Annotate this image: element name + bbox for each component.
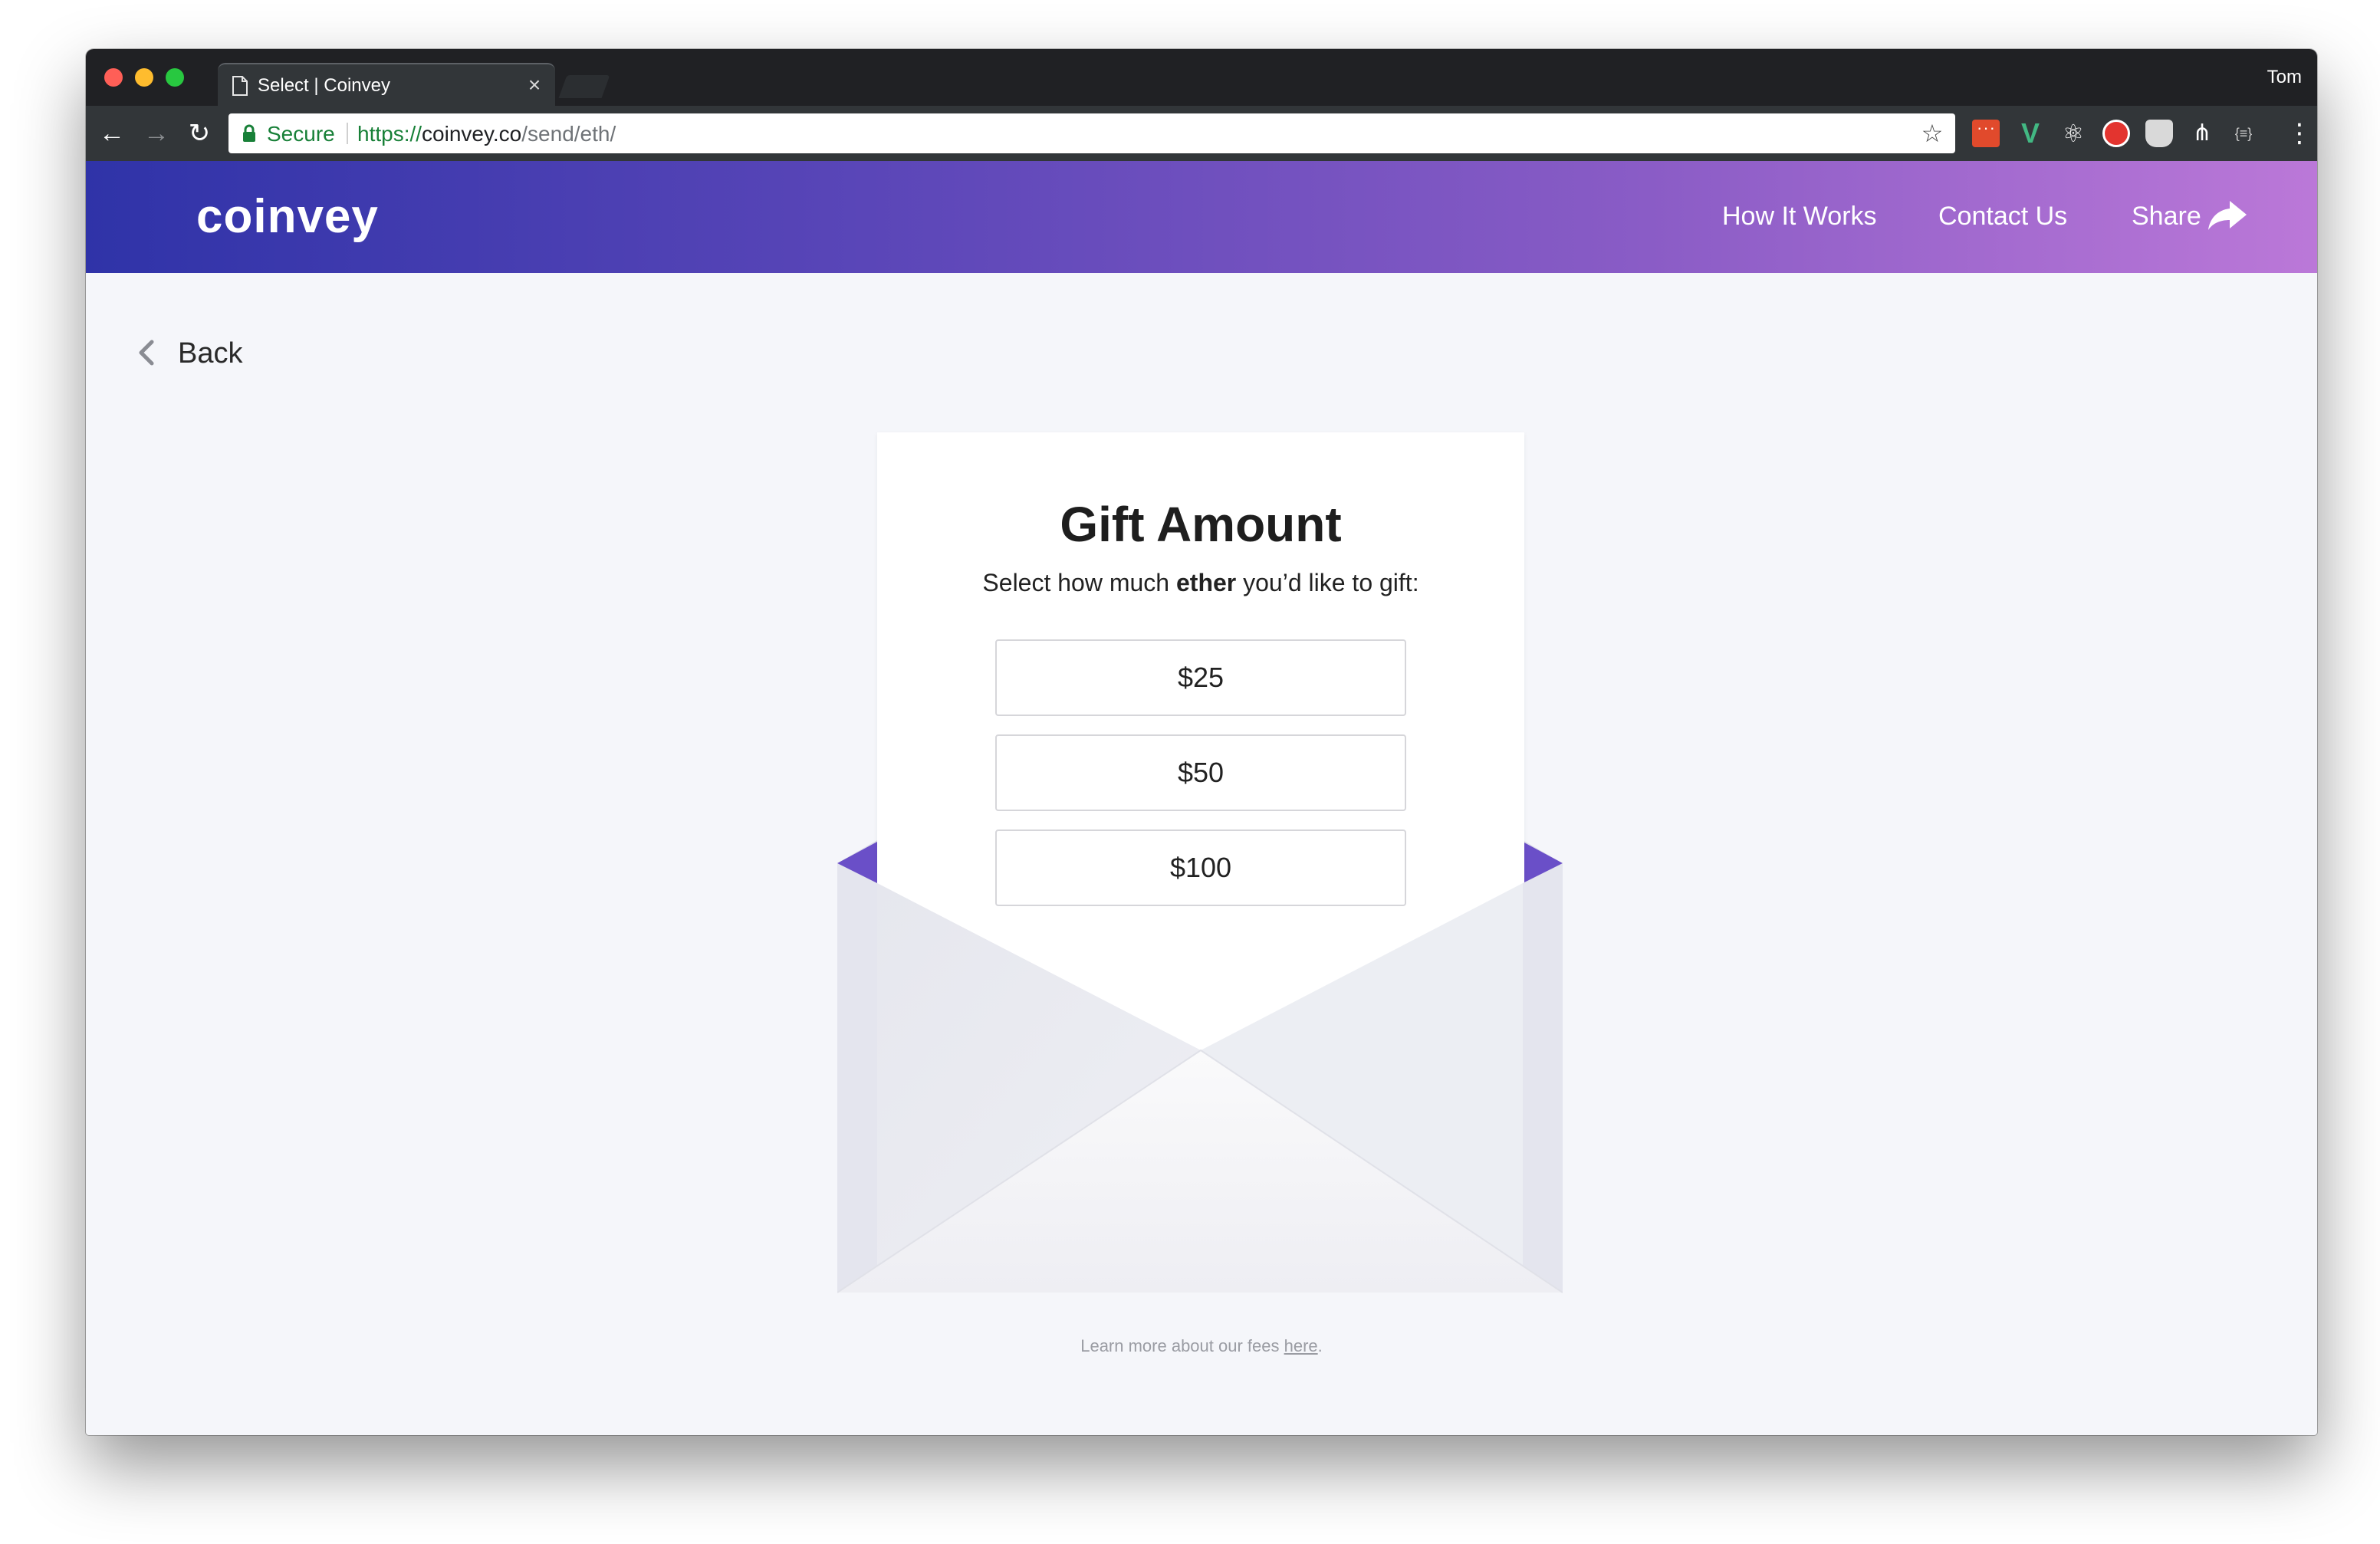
reload-icon[interactable]: ↻: [184, 118, 215, 149]
page-icon: [232, 76, 248, 96]
minimize-window-button[interactable]: [135, 68, 153, 87]
fees-note: Learn more about our fees here.: [86, 1335, 2317, 1357]
url-text[interactable]: https://coinvey.co/send/eth/: [357, 123, 616, 146]
nav-share[interactable]: Share: [2132, 201, 2201, 232]
gift-subtitle: Select how much ether you’d like to gift…: [877, 567, 1524, 598]
profile-name[interactable]: Tom: [2267, 66, 2302, 89]
subtitle-text-start: Select how much: [982, 569, 1176, 596]
new-tab-button[interactable]: [558, 75, 610, 98]
pocket-icon[interactable]: [2145, 120, 2173, 147]
subtitle-bold-ether: ether: [1175, 569, 1237, 596]
json-viewer-icon[interactable]: {≡}: [2230, 120, 2257, 147]
dots-extension-icon[interactable]: [1972, 118, 2000, 147]
envelope-front: [837, 863, 1563, 1293]
amount-25-button[interactable]: $25: [995, 639, 1406, 716]
fees-here-link[interactable]: here: [1284, 1336, 1318, 1355]
git-icon[interactable]: ⋔: [2188, 120, 2216, 147]
bookmark-star-icon[interactable]: ☆: [1918, 120, 1946, 147]
gift-title: Gift Amount: [1060, 497, 1342, 552]
title-bar: Select | Coinvey × Tom: [86, 49, 2317, 106]
nav-how-it-works[interactable]: How It Works: [1722, 201, 1877, 232]
fees-text: Learn more about our fees: [1080, 1336, 1284, 1355]
address-bar[interactable]: Secure https://coinvey.co/send/eth/ ☆: [228, 113, 1955, 153]
subtitle-text-end: you’d like to gift:: [1236, 569, 1419, 596]
back-arrow-icon[interactable]: ←: [97, 118, 127, 149]
vue-devtools-icon[interactable]: V: [2017, 120, 2044, 147]
site-header: coinvey How It Works Contact Us Share: [86, 161, 2317, 273]
amount-50-button[interactable]: $50: [995, 734, 1406, 811]
url-host: coinvey.co: [422, 122, 522, 146]
nav-contact-us[interactable]: Contact Us: [1938, 201, 2067, 232]
zoom-window-button[interactable]: [166, 68, 184, 87]
screenshot-stage: Select | Coinvey × Tom ← → ↻ Secure http…: [0, 0, 2380, 1544]
tab-close-icon[interactable]: ×: [521, 72, 547, 98]
lock-icon: [243, 124, 255, 142]
react-devtools-icon[interactable]: ⚛: [2059, 120, 2087, 147]
browser-window: Select | Coinvey × Tom ← → ↻ Secure http…: [86, 49, 2317, 1435]
browser-toolbar: ← → ↻ Secure https://coinvey.co/send/eth…: [86, 106, 2317, 161]
fees-period: .: [1317, 1336, 1323, 1355]
url-scheme: https://: [357, 122, 422, 146]
chevron-left-icon: [139, 340, 154, 366]
back-label: Back: [178, 337, 243, 370]
browser-tab-active[interactable]: Select | Coinvey ×: [218, 63, 555, 106]
forward-arrow-icon[interactable]: →: [141, 118, 172, 149]
coinvey-logo[interactable]: coinvey: [196, 190, 379, 244]
share-arrow-icon[interactable]: [2207, 199, 2248, 232]
browser-menu-icon[interactable]: ⋮: [2286, 118, 2313, 149]
tab-title: Select | Coinvey: [258, 75, 390, 96]
close-window-button[interactable]: [104, 68, 123, 87]
url-path: /send/eth/: [521, 122, 616, 146]
address-divider: [347, 123, 348, 144]
ublock-icon[interactable]: [2102, 120, 2130, 147]
secure-label: Secure: [267, 122, 335, 146]
